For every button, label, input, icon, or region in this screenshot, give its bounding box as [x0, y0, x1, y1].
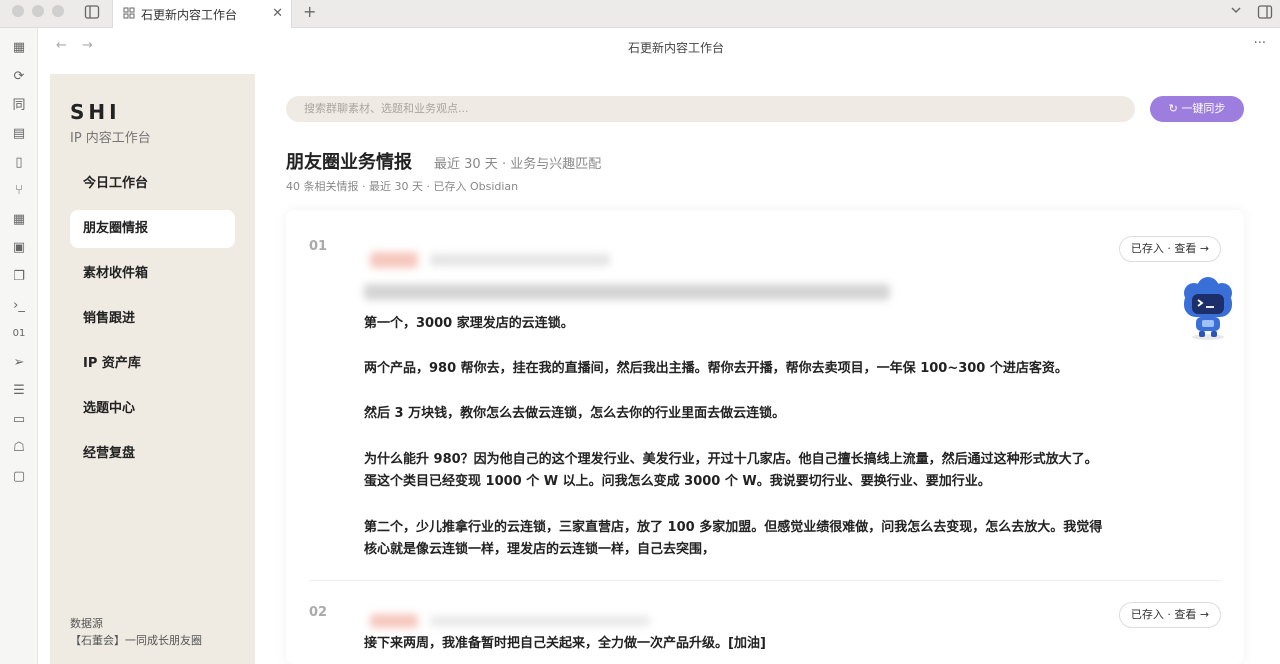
view-title: 石更新内容工作台 [627, 41, 724, 55]
file-icon[interactable]: ▯ [11, 155, 27, 171]
entry-paragraph: 第一个，3000 家理发店的云连锁。 [364, 316, 574, 331]
blurred-meta [430, 254, 610, 266]
brand-subtitle: IP 内容工作台 [70, 131, 151, 146]
app-ribbon: ▦ ⟳ 同 ▤ ▯ ⑂ ▦ ▣ ❐ ›_ 01 ➢ ☰ ▭ ☖ ▢ [0, 28, 38, 664]
robot-mascot-icon[interactable] [1180, 277, 1236, 341]
terminal-icon[interactable]: ›_ [11, 298, 27, 314]
send-icon[interactable]: ➢ [11, 355, 27, 371]
right-sidebar-toggle-icon[interactable] [1257, 4, 1273, 24]
blurred-tag [370, 252, 418, 268]
sidebar-item-ip-assets[interactable]: IP 资产库 [70, 345, 235, 383]
blurred-headline [364, 284, 890, 300]
tab-workbench[interactable]: 石更新内容工作台 ✕ [112, 0, 292, 28]
entry-paragraph: 然后 3 万块钱，教你怎么去做云连锁，怎么去你的行业里面去做云连锁。 [364, 406, 786, 421]
brand-logo: SHI [70, 100, 121, 124]
window-zoom-dot[interactable] [52, 5, 64, 17]
page-meta: 40 条相关情报 · 最近 30 天 · 已存入 Obsidian [286, 180, 519, 193]
blocks-icon[interactable]: ▦ [11, 212, 27, 228]
entry-divider [309, 580, 1221, 581]
page-subtitle: 最近 30 天 · 业务与兴趣匹配 [434, 157, 602, 172]
sidebar-item-review[interactable]: 经营复盘 [70, 435, 235, 473]
intel-list-card [286, 210, 1244, 664]
workbench-sidebar: SHI IP 内容工作台 今日工作台 朋友圈情报 素材收件箱 销售跟进 IP 资… [50, 74, 255, 664]
sync-icon[interactable]: ⟳ [11, 69, 27, 85]
copy-icon[interactable]: ❐ [11, 269, 27, 285]
window-close-dot[interactable] [12, 5, 24, 17]
tab-close-icon[interactable]: ✕ [272, 6, 283, 21]
comment-icon[interactable]: ▭ [11, 412, 27, 428]
chevron-down-icon[interactable] [1230, 4, 1242, 20]
sync-button[interactable]: ↻ 一键同步 [1150, 96, 1244, 122]
console-icon[interactable]: ▢ [11, 469, 27, 485]
sidebar-item-moments-intel[interactable]: 朋友圈情报 [70, 210, 235, 248]
blurred-tag [370, 614, 418, 628]
saved-view-button[interactable]: 已存入 · 查看 → [1119, 602, 1221, 628]
sidebar-item-topics[interactable]: 选题中心 [70, 390, 235, 428]
tab-title: 石更新内容工作台 [141, 7, 238, 22]
sidebar-item-sales[interactable]: 销售跟进 [70, 300, 235, 338]
page-title: 朋友圈业务情报 [286, 152, 412, 173]
layout-icon[interactable]: ▤ [11, 126, 27, 142]
entry-paragraph: 为什么能升 980？因为他自己的这个理发行业、美发行业，开过十几家店。他自己擅长… [364, 452, 1098, 489]
entry-paragraph: 第二个，少儿推拿行业的云连锁，三家直营店，放了 100 多家加盟。但感觉业绩很难… [364, 520, 1103, 557]
list-icon[interactable]: ☰ [11, 383, 27, 399]
window-titlebar: 石更新内容工作台 ✕ + [0, 0, 1280, 28]
grid-icon [123, 7, 135, 22]
bot-icon[interactable]: ☖ [11, 440, 27, 456]
saved-view-button[interactable]: 已存入 · 查看 → [1119, 236, 1221, 262]
entry-paragraph: 两个产品，980 帮你去，挂在我的直播间，然后我出主播。帮你去开播，帮你去卖项目… [364, 361, 1068, 376]
more-options-icon[interactable]: ··· [1254, 36, 1266, 51]
sidebar-item-today[interactable]: 今日工作台 [70, 165, 235, 203]
blurred-meta [430, 616, 650, 626]
entry-number: 02 [309, 605, 328, 620]
data-source-value: 【石董会】一同成长朋友圈 [70, 634, 202, 647]
binary-icon[interactable]: 01 [11, 326, 27, 342]
calendar-icon[interactable]: ▣ [11, 240, 27, 256]
search-input[interactable] [286, 96, 1135, 122]
entry-number: 01 [309, 239, 328, 254]
data-source-label: 数据源 [70, 617, 103, 630]
graph-icon[interactable]: ⑂ [11, 183, 27, 199]
sidebar-item-inbox[interactable]: 素材收件箱 [70, 255, 235, 293]
window-minimize-dot[interactable] [32, 5, 44, 17]
view-header: ← → 石更新内容工作台 ··· [38, 28, 1280, 64]
text-icon[interactable]: 同 [11, 98, 27, 114]
new-tab-icon[interactable]: + [303, 2, 316, 21]
entry-paragraph: 接下来两周，我准备暂时把自己关起来，全力做一次产品升级。[加油] [364, 636, 766, 651]
grid-icon[interactable]: ▦ [11, 40, 27, 56]
sidebar-toggle-icon[interactable] [84, 4, 100, 24]
